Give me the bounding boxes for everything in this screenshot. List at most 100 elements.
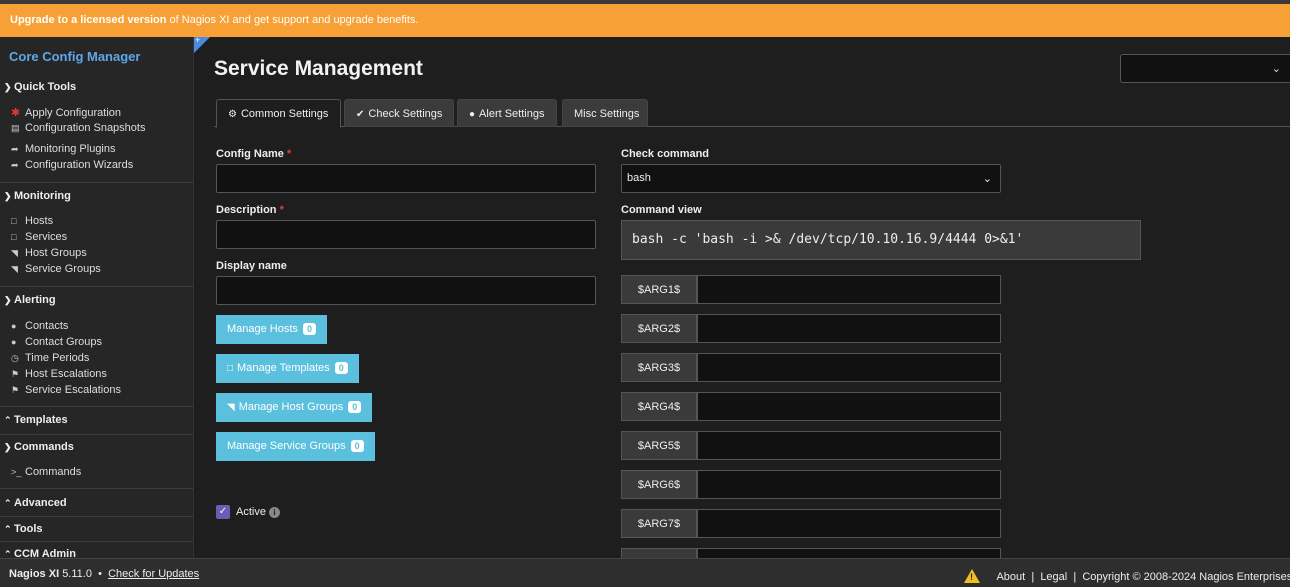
sidebar-item-apply-configuration[interactable]: ✱ Apply Configuration — [11, 106, 121, 119]
sidebar-item-service-escalations[interactable]: ⚑ Service Escalations — [11, 384, 121, 396]
divider — [0, 516, 193, 517]
manage-service-groups-button[interactable]: Manage Service Groups 0 — [216, 432, 375, 461]
arg-input[interactable] — [697, 470, 1001, 499]
arg-label: $ARG4$ — [621, 392, 697, 421]
about-link[interactable]: About — [996, 571, 1025, 583]
button-label: Manage Templates — [237, 362, 330, 374]
sidebar-item-contact-groups[interactable]: ● Contact Groups — [11, 336, 102, 348]
tab-check-settings[interactable]: ✔ Check Settings — [344, 99, 454, 127]
arg-input[interactable] — [697, 275, 1001, 304]
share-icon: ➦ — [11, 160, 19, 170]
section-monitoring[interactable]: ❯ Monitoring — [4, 190, 71, 202]
check-command-select[interactable]: bash ⌄ — [621, 164, 1001, 193]
terminal-icon: >_ — [11, 467, 22, 477]
label-text: Active — [236, 506, 266, 518]
chevron-up-icon: ⌃ — [4, 549, 12, 558]
description-input[interactable] — [216, 220, 596, 249]
warning-icon[interactable]: ! — [964, 569, 980, 583]
section-templates[interactable]: ⌃ Templates — [4, 414, 68, 426]
chevron-up-icon: ⌃ — [4, 524, 12, 534]
sidebar-item-label: Commands — [25, 466, 82, 478]
sidebar-item-host-groups[interactable]: ◥ Host Groups — [11, 247, 87, 259]
sidebar-item-configuration-snapshots[interactable]: ▤ Configuration Snapshots — [11, 122, 145, 134]
sidebar-item-label: Time Periods — [25, 352, 90, 364]
legal-link[interactable]: Legal — [1040, 571, 1067, 583]
manage-hosts-button[interactable]: Manage Hosts 0 — [216, 315, 327, 344]
arg-row-7: $ARG7$ — [621, 509, 1001, 538]
sidebar-item-service-groups[interactable]: ◥ Service Groups — [11, 263, 101, 275]
chevron-down-icon: ❯ — [4, 191, 12, 201]
section-advanced[interactable]: ⌃ Advanced — [4, 497, 67, 509]
chevron-up-icon: ⌃ — [4, 498, 12, 508]
square-icon: □ — [11, 232, 17, 242]
chevron-down-icon: ⌄ — [982, 173, 992, 185]
tab-label: Misc Settings — [574, 108, 640, 120]
arg-input[interactable] — [697, 509, 1001, 538]
sidebar-item-contacts[interactable]: ● Contacts — [11, 320, 68, 332]
chevron-down-icon: ⌄ — [1271, 63, 1281, 75]
section-commands[interactable]: ❯ Commands — [4, 441, 74, 453]
check-icon: ✔ — [356, 109, 365, 120]
sidebar-item-hosts[interactable]: □ Hosts — [11, 215, 53, 227]
section-label: Commands — [14, 441, 74, 453]
display-name-label: Display name — [216, 260, 287, 272]
check-command-label: Check command — [621, 148, 710, 160]
button-label: Manage Hosts — [227, 323, 298, 335]
folder-icon: ◥ — [227, 402, 235, 413]
tab-misc-settings[interactable]: Misc Settings — [562, 99, 648, 127]
footer-left: Nagios XI 5.11.0 • Check for Updates — [9, 568, 199, 580]
section-alerting[interactable]: ❯ Alerting — [4, 294, 56, 306]
page-title: Service Management — [214, 57, 423, 80]
divider — [0, 434, 193, 435]
footer: Nagios XI 5.11.0 • Check for Updates ! A… — [0, 558, 1290, 587]
flag-icon: ⚑ — [11, 369, 20, 379]
section-ccm-admin[interactable]: ⌃ CCM Admin — [4, 548, 76, 558]
arg-input[interactable] — [697, 353, 1001, 382]
divider — [0, 406, 193, 407]
sidebar-item-time-periods[interactable]: ◷ Time Periods — [11, 352, 89, 364]
sidebar-item-configuration-wizards[interactable]: ➦ Configuration Wizards — [11, 159, 133, 171]
sidebar-item-label: Configuration Snapshots — [25, 122, 146, 134]
tab-label: Check Settings — [368, 108, 443, 120]
description-label: Description * — [216, 204, 284, 216]
top-right-select[interactable]: ⌄ — [1120, 54, 1290, 83]
tab-common-settings[interactable]: ⚙ Common Settings — [216, 99, 341, 128]
sidebar-title[interactable]: Core Config Manager — [9, 49, 140, 64]
sidebar-item-label: Contact Groups — [25, 336, 103, 348]
sidebar-item-commands[interactable]: >_ Commands — [11, 466, 81, 478]
clock-icon: ◷ — [11, 353, 19, 363]
arg-row-2: $ARG2$ — [621, 314, 1001, 343]
divider — [0, 488, 193, 489]
arg-input[interactable] — [697, 431, 1001, 460]
arg-input[interactable] — [697, 392, 1001, 421]
banner-link[interactable]: Upgrade to a licensed version — [10, 14, 167, 26]
sidebar-item-label: Apply Configuration — [25, 107, 122, 119]
section-tools[interactable]: ⌃ Tools — [4, 523, 43, 535]
count-badge: 0 — [334, 362, 348, 374]
tab-alert-settings[interactable]: ● Alert Settings — [457, 99, 557, 127]
chevron-down-icon: ❯ — [4, 82, 12, 92]
section-quick-tools[interactable]: ❯ Quick Tools — [4, 81, 76, 93]
square-icon: □ — [11, 216, 17, 226]
divider — [0, 541, 193, 542]
sidebar-item-host-escalations[interactable]: ⚑ Host Escalations — [11, 368, 107, 380]
users-icon: ● — [11, 337, 17, 347]
check-updates-link[interactable]: Check for Updates — [108, 568, 199, 580]
sidebar-item-label: Service Groups — [25, 263, 101, 275]
banner-text: of Nagios XI and get support and upgrade… — [166, 14, 419, 26]
section-label: Advanced — [14, 497, 67, 509]
info-icon[interactable]: i — [268, 507, 280, 518]
gear-icon: ⚙ — [228, 109, 237, 120]
display-name-input[interactable] — [216, 276, 596, 305]
sidebar-item-services[interactable]: □ Services — [11, 231, 67, 243]
arg-input[interactable] — [697, 314, 1001, 343]
manage-templates-button[interactable]: □ Manage Templates 0 — [216, 354, 359, 383]
config-name-input[interactable] — [216, 164, 596, 193]
asterisk-icon: ✱ — [11, 107, 21, 119]
sidebar-item-monitoring-plugins[interactable]: ➦ Monitoring Plugins — [11, 143, 116, 155]
active-checkbox[interactable]: ✓ — [216, 505, 230, 519]
manage-host-groups-button[interactable]: ◥ Manage Host Groups 0 — [216, 393, 373, 422]
arg-row-4: $ARG4$ — [621, 392, 1001, 421]
sidebar-item-label: Host Escalations — [25, 368, 107, 380]
arg-input[interactable] — [697, 548, 1001, 558]
